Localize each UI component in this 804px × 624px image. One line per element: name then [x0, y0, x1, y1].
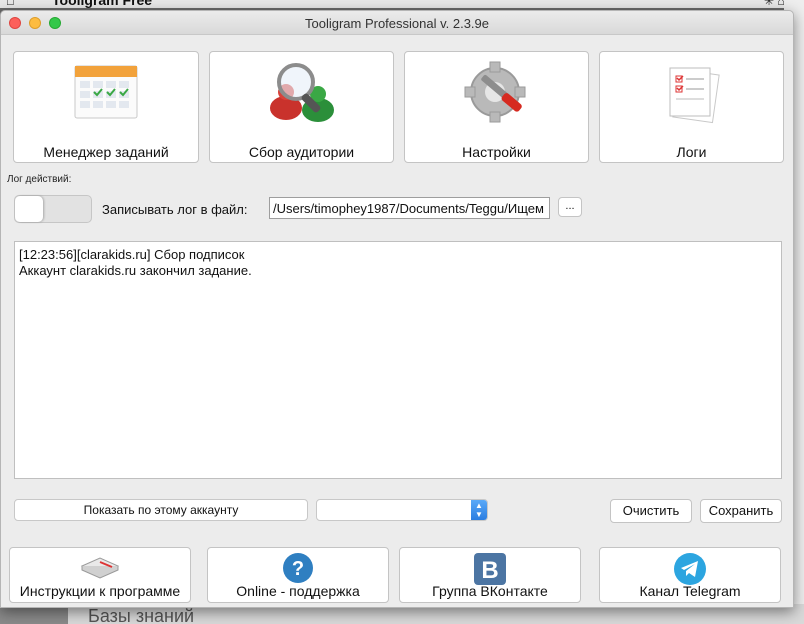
online-support-button[interactable]: ? Online - поддержка — [207, 547, 389, 603]
gear-tools-icon — [464, 61, 525, 123]
telegram-icon — [674, 553, 706, 585]
show-by-account-button[interactable]: Показать по этому аккаунту — [14, 499, 308, 521]
log-to-file-toggle[interactable] — [14, 195, 92, 223]
task-manager-button[interactable]: Менеджер заданий — [13, 51, 199, 163]
clear-button[interactable]: Очистить — [610, 499, 692, 523]
log-line: Аккаунт clarakids.ru закончил задание. — [19, 263, 252, 278]
telegram-channel-button[interactable]: Канал Telegram — [599, 547, 781, 603]
audience-collect-label: Сбор аудитории — [248, 144, 355, 160]
title-bar: Tooligram Professional v. 2.3.9e — [1, 11, 793, 35]
instructions-label: Инструкции к программе — [19, 583, 181, 599]
background-app-title: Tooligram Free — [52, 0, 153, 8]
settings-button[interactable]: Настройки — [404, 51, 589, 163]
log-section-label: Лог действий: — [7, 174, 72, 185]
vk-group-label: Группа ВКонтакте — [432, 583, 548, 599]
log-line: [12:23:56][clarakids.ru] Сбор подписок — [19, 247, 245, 262]
select-arrows-icon: ▲ ▼ — [471, 500, 487, 520]
vk-group-button[interactable]: B Группа ВКонтакте — [399, 547, 581, 603]
account-select[interactable]: ▲ ▼ — [316, 499, 488, 521]
logs-button[interactable]: Логи — [599, 51, 784, 163]
svg-text:?: ? — [292, 558, 304, 580]
vk-icon: B — [474, 553, 506, 585]
logs-label: Логи — [676, 144, 707, 160]
background-bottom-text: Базы знаний — [88, 606, 195, 624]
log-output-area[interactable]: [12:23:56][clarakids.ru] Сбор подписок А… — [14, 241, 782, 479]
task-manager-label: Менеджер заданий — [43, 144, 169, 160]
book-icon — [80, 557, 120, 579]
online-support-label: Online - поддержка — [236, 583, 360, 599]
instructions-button[interactable]: Инструкции к программе — [9, 547, 191, 603]
browse-path-button[interactable]: ... — [558, 197, 582, 217]
calendar-icon — [74, 65, 138, 119]
audience-collect-button[interactable]: Сбор аудитории — [209, 51, 394, 163]
toggle-knob — [15, 196, 43, 222]
main-window: Tooligram Professional v. 2.3.9e Менедже… — [0, 10, 794, 608]
svg-text:B: B — [481, 557, 498, 584]
magnifier-people-icon — [269, 63, 334, 122]
telegram-channel-label: Канал Telegram — [639, 583, 741, 599]
window-title: Tooligram Professional v. 2.3.9e — [304, 16, 490, 31]
apple-icon:  — [6, 0, 15, 8]
help-icon: ? — [283, 553, 313, 583]
checklist-icon — [669, 67, 720, 124]
background-menubar:  Tooligram Free ✳ ⌂ ✲ — [0, 0, 804, 8]
log-file-path-input[interactable] — [269, 197, 550, 219]
settings-label: Настройки — [462, 144, 531, 160]
save-button[interactable]: Сохранить — [700, 499, 782, 523]
log-to-file-label: Записывать лог в файл: — [102, 202, 248, 217]
